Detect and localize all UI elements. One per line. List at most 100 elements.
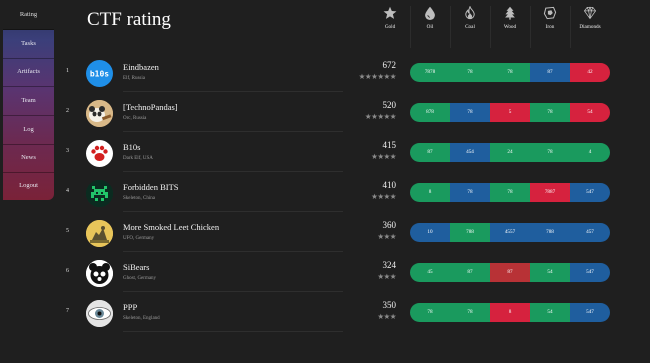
page-title: CTF rating xyxy=(87,9,171,30)
resource-wood: 8 xyxy=(490,303,530,322)
resource-iron: 54 xyxy=(530,303,570,322)
team-name[interactable]: [TechnoPandas] xyxy=(123,102,178,112)
team-avatar[interactable] xyxy=(86,260,113,287)
team-name[interactable]: Eindbazen xyxy=(123,62,159,72)
resource-iron: 788 xyxy=(530,223,570,242)
team-race-country: UFO, Germany xyxy=(123,236,155,241)
resource-coal: 78 xyxy=(450,63,490,82)
resource-iron: 87 xyxy=(530,63,570,82)
resource-oil: 878 xyxy=(410,103,450,122)
team-avatar[interactable] xyxy=(86,100,113,127)
column-coal: Coal xyxy=(450,6,490,30)
rank-number: 1 xyxy=(66,68,69,74)
row-divider xyxy=(123,131,343,132)
team-score: 410 xyxy=(382,180,397,190)
team-name[interactable]: SiBears xyxy=(123,262,149,272)
resource-bar: 7878 78 78 87 42 xyxy=(410,63,610,82)
row-divider xyxy=(123,251,343,252)
sidebar: Rating Tasks Artifacts Team Log News Log… xyxy=(3,0,54,200)
column-label: Diamonds xyxy=(579,24,601,30)
resource-coal: 454 xyxy=(450,143,490,162)
resource-bar: 87 454 24 78 4 xyxy=(410,143,610,162)
chicken-avatar-icon xyxy=(86,220,113,247)
flame-icon xyxy=(465,6,475,20)
team-race-country: Skeleton, England xyxy=(123,316,160,321)
resource-coal: 78 xyxy=(450,303,490,322)
team-row[interactable]: 1 b10s Eindbazen Elf, Russia 672 ★★★★★★ … xyxy=(60,53,620,93)
team-row[interactable]: 6 SiBears Ghost, Germany 324 ★★★ 45 87 8… xyxy=(60,253,620,293)
resource-coal: 78 xyxy=(450,183,490,202)
team-row[interactable]: 5 More Smoked Leet Chicken UFO, Germany … xyxy=(60,213,620,253)
resource-iron: 78 xyxy=(530,103,570,122)
nav-item-team[interactable]: Team xyxy=(3,86,54,116)
resource-oil: 45 xyxy=(410,263,450,282)
team-race-country: Skeleton, China xyxy=(123,196,155,201)
resource-wood: 4557 xyxy=(490,223,530,242)
nav-item-logout[interactable]: Logout xyxy=(3,171,54,200)
resource-wood: 5 xyxy=(490,103,530,122)
nav-item-artifacts[interactable]: Artifacts xyxy=(3,57,54,87)
resource-bar: 45 87 87 54 547 xyxy=(410,263,610,282)
column-label: Iron xyxy=(545,24,555,30)
resource-coal: 788 xyxy=(450,223,490,242)
column-label: Coal xyxy=(465,24,475,30)
team-avatar[interactable] xyxy=(86,180,113,207)
team-stars: ★★★★★★ xyxy=(358,72,397,81)
eye-avatar-icon xyxy=(86,300,113,327)
team-score: 415 xyxy=(382,140,397,150)
team-row[interactable]: 2 [TechnoPandas] Orc, Russia 520 ★★★★★ 8… xyxy=(60,93,620,133)
row-divider xyxy=(123,291,343,292)
tree-icon xyxy=(505,6,515,20)
nav-item-log[interactable]: Log xyxy=(3,115,54,145)
team-stars: ★★★ xyxy=(377,232,396,241)
team-name[interactable]: More Smoked Leet Chicken xyxy=(123,222,219,232)
column-label: Oil xyxy=(426,24,434,30)
column-oil: Oil xyxy=(410,6,450,30)
resource-iron: 54 xyxy=(530,263,570,282)
team-stars: ★★★ xyxy=(377,272,396,281)
team-name[interactable]: Forbidden BITS xyxy=(123,182,179,192)
column-label: Gold xyxy=(384,24,396,30)
team-avatar[interactable] xyxy=(86,140,113,167)
column-wood: Wood xyxy=(490,6,530,30)
rank-number: 7 xyxy=(66,308,69,314)
resource-wood: 24 xyxy=(490,143,530,162)
team-avatar[interactable] xyxy=(86,220,113,247)
team-score: 324 xyxy=(382,260,397,270)
team-row[interactable]: 4 Forbidden BITS Skeleton, China 410 ★★★… xyxy=(60,173,620,213)
team-stars: ★★★★ xyxy=(371,152,396,161)
rank-number: 6 xyxy=(66,268,69,274)
column-gold: Gold xyxy=(370,6,410,30)
resource-iron: 7887 xyxy=(530,183,570,202)
team-stars: ★★★★★ xyxy=(364,112,397,121)
team-stars: ★★★★ xyxy=(371,192,396,201)
team-name[interactable]: B10s xyxy=(123,142,140,152)
resource-iron: 78 xyxy=(530,143,570,162)
iron-icon xyxy=(543,6,557,20)
row-divider xyxy=(123,91,343,92)
team-avatar[interactable] xyxy=(86,300,113,327)
resource-wood: 78 xyxy=(490,63,530,82)
team-name[interactable]: PPP xyxy=(123,302,137,312)
team-race-country: Dark Elf, USA xyxy=(123,156,153,161)
resource-wood: 78 xyxy=(490,183,530,202)
team-avatar[interactable]: b10s xyxy=(86,60,113,87)
resource-diamonds: 42 xyxy=(570,63,610,82)
nav-item-news[interactable]: News xyxy=(3,143,54,173)
team-row[interactable]: 7 PPP Skeleton, England 350 ★★★ 78 78 8 … xyxy=(60,293,620,333)
column-iron: Iron xyxy=(530,6,570,30)
team-race-country: Orc, Russia xyxy=(123,116,147,121)
resource-diamonds: 547 xyxy=(570,303,610,322)
b10s-logo-icon: b10s xyxy=(90,70,109,79)
resource-bar: 8 78 78 7887 547 xyxy=(410,183,610,202)
resource-oil: 78 xyxy=(410,303,450,322)
invader-avatar-icon xyxy=(86,180,113,207)
panda-avatar-icon xyxy=(86,100,113,127)
nav-item-tasks[interactable]: Tasks xyxy=(3,29,54,59)
team-row[interactable]: 3 B10s Dark Elf, USA 415 ★★★★ 87 454 24 … xyxy=(60,133,620,173)
resource-diamonds: 457 xyxy=(570,223,610,242)
team-score: 350 xyxy=(382,300,397,310)
resource-oil: 87 xyxy=(410,143,450,162)
nav-item-rating[interactable]: Rating xyxy=(3,0,54,30)
resource-diamonds: 54 xyxy=(570,103,610,122)
